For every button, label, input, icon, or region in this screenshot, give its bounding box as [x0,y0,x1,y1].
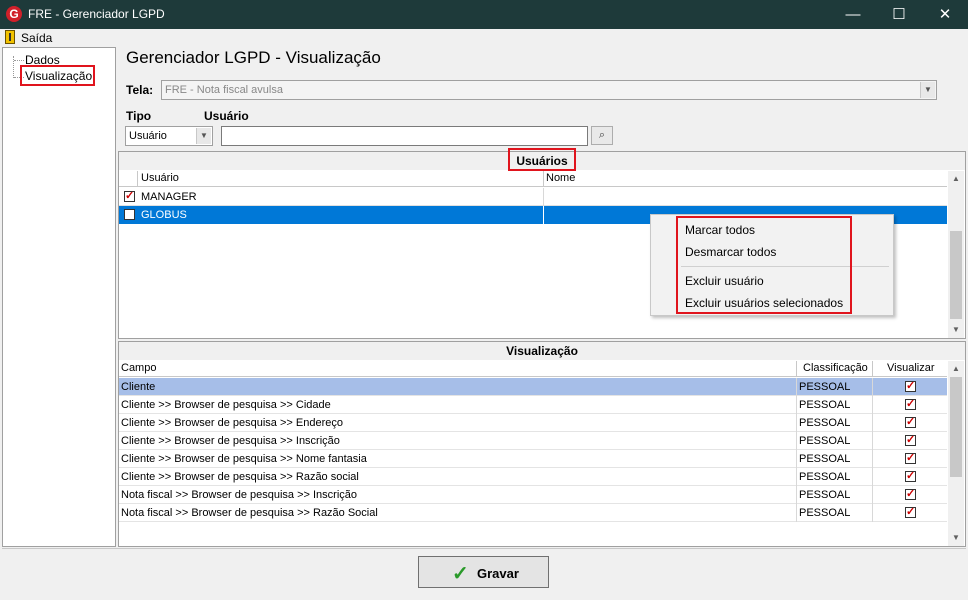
table-row[interactable]: Nota fiscal >> Browser de pesquisa >> Ra… [119,504,947,522]
visualizar-checkbox[interactable] [905,397,916,410]
classificacao-cell: PESSOAL [799,399,851,411]
campo-cell: Cliente >> Browser de pesquisa >> Cidade [121,399,331,411]
navigation-tree: Dados Visualização [2,47,116,547]
table-row[interactable]: Cliente >> Browser de pesquisa >> Endere… [119,414,947,432]
scroll-down-icon[interactable]: ▼ [948,530,964,546]
usuario-label: Usuário [204,109,249,123]
visualizar-checkbox[interactable] [905,433,916,446]
visualizar-checkbox[interactable] [905,469,916,482]
scroll-up-icon[interactable]: ▲ [948,361,964,377]
tela-value: FRE - Nota fiscal avulsa [165,84,283,96]
exit-label: Saída [21,31,53,45]
view-panel: Visualização Campo Classificação Visuali… [118,341,966,547]
tipo-value: Usuário [129,130,167,142]
table-row[interactable]: Nota fiscal >> Browser de pesquisa >> In… [119,486,947,504]
table-row[interactable]: Cliente >> Browser de pesquisa >> Cidade… [119,396,947,414]
save-button[interactable]: ✓ Gravar [418,556,549,588]
usuario-cell: GLOBUS [141,209,187,221]
minimize-button[interactable]: — [830,0,876,29]
campo-cell: Cliente [121,381,156,393]
classificacao-cell: PESSOAL [799,507,851,519]
campo-cell: Nota fiscal >> Browser de pesquisa >> In… [121,489,358,501]
table-row[interactable]: MANAGER [119,188,947,206]
classificacao-cell: PESSOAL [799,435,851,447]
view-panel-header: Visualização [119,342,965,360]
tipo-select[interactable]: Usuário ▼ [125,126,213,146]
page-title: Gerenciador LGPD - Visualização [126,48,381,67]
column-campo[interactable]: Campo [121,362,156,374]
classificacao-cell: PESSOAL [799,471,851,483]
chevron-down-icon: ▼ [196,128,211,144]
save-label: Gravar [477,566,519,581]
classificacao-cell: PESSOAL [799,489,851,501]
view-grid-header: Campo Classificação Visualizar [119,361,947,377]
row-checkbox[interactable] [124,189,135,202]
column-visualizar[interactable]: Visualizar [887,362,935,374]
annotation-highlight [676,216,852,314]
view-panel-title: Visualização [506,344,578,358]
scroll-up-icon[interactable]: ▲ [948,171,964,187]
campo-cell: Cliente >> Browser de pesquisa >> Inscri… [121,435,340,447]
title-bar: G FRE - Gerenciador LGPD — ☐ ✕ [0,0,968,29]
scroll-thumb[interactable] [950,377,962,477]
campo-cell: Nota fiscal >> Browser de pesquisa >> Ra… [121,507,378,519]
exit-menu-item[interactable]: Saída [0,29,60,46]
usuario-cell: MANAGER [141,191,197,203]
table-row[interactable]: Cliente PESSOAL [119,378,947,396]
app-logo-icon: G [6,6,22,22]
scroll-down-icon[interactable]: ▼ [948,322,964,338]
users-scrollbar[interactable]: ▲ ▼ [948,171,964,338]
classificacao-cell: PESSOAL [799,417,851,429]
visualizar-checkbox[interactable] [905,487,916,500]
column-nome[interactable]: Nome [546,172,575,184]
campo-cell: Cliente >> Browser de pesquisa >> Razão … [121,471,359,483]
tela-label: Tela: [126,83,154,97]
tipo-label: Tipo [126,109,152,123]
scroll-thumb[interactable] [950,231,962,319]
chevron-down-icon: ▼ [920,82,935,98]
campo-cell: Cliente >> Browser de pesquisa >> Endere… [121,417,343,429]
column-usuario[interactable]: Usuário [141,172,179,184]
annotation-highlight [508,148,576,171]
menu-bar: Saída [0,29,968,46]
users-grid-header: Usuário Nome [119,171,947,187]
classificacao-cell: PESSOAL [799,381,851,393]
visualizar-checkbox[interactable] [905,505,916,518]
campo-cell: Cliente >> Browser de pesquisa >> Nome f… [121,453,367,465]
table-row[interactable]: Cliente >> Browser de pesquisa >> Nome f… [119,450,947,468]
window-title: FRE - Gerenciador LGPD [28,7,165,21]
usuario-input[interactable] [221,126,588,146]
binoculars-icon[interactable]: ⌕ [591,126,613,145]
annotation-highlight [20,65,95,86]
table-row[interactable]: Cliente >> Browser de pesquisa >> Inscri… [119,432,947,450]
classificacao-cell: PESSOAL [799,453,851,465]
tela-select[interactable]: FRE - Nota fiscal avulsa ▼ [161,80,937,100]
visualizar-checkbox[interactable] [905,415,916,428]
door-exit-icon [5,30,15,44]
maximize-button[interactable]: ☐ [876,0,922,29]
visualizar-checkbox[interactable] [905,451,916,464]
tree-branch [14,60,24,61]
view-scrollbar[interactable]: ▲ ▼ [948,361,964,546]
row-checkbox[interactable] [124,209,135,220]
column-classificacao[interactable]: Classificação [803,362,868,374]
checkmark-icon: ✓ [452,563,469,585]
table-row[interactable]: Cliente >> Browser de pesquisa >> Razão … [119,468,947,486]
close-button[interactable]: ✕ [922,0,968,29]
visualizar-checkbox[interactable] [905,379,916,392]
